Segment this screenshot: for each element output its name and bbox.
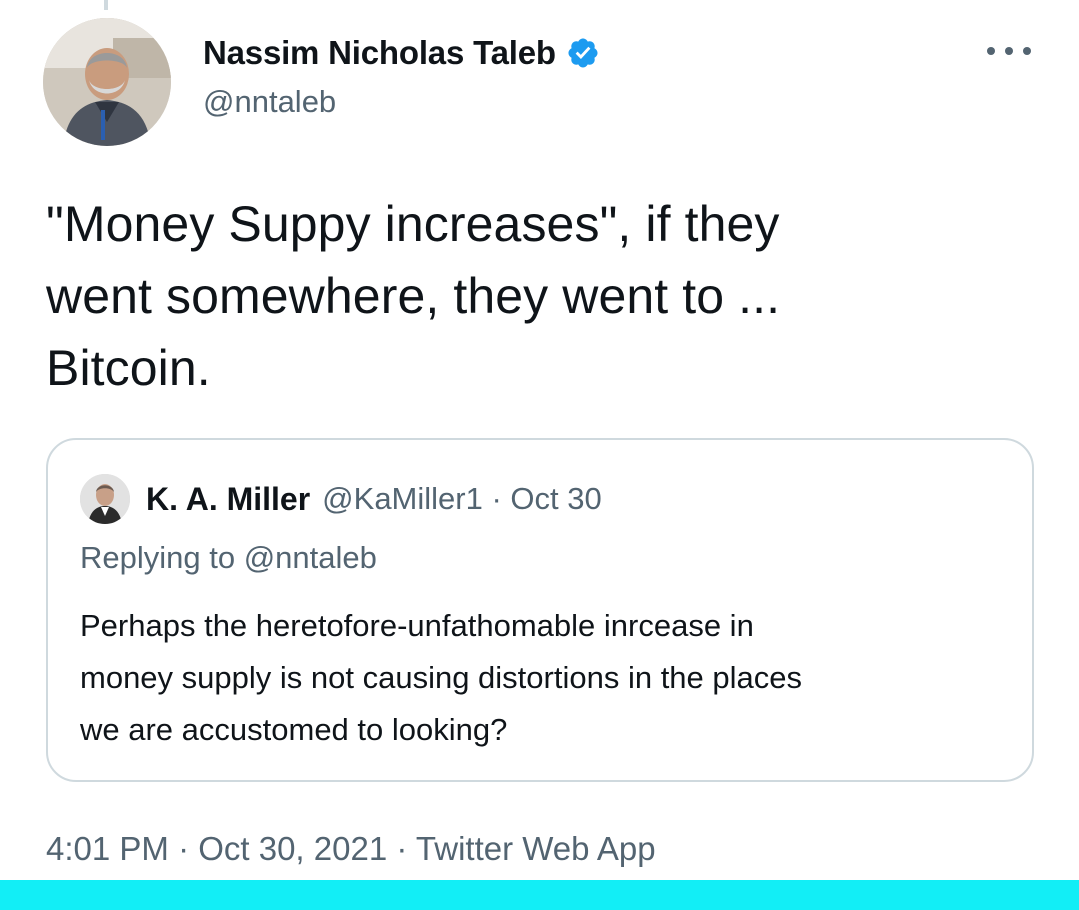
- quoted-author-name: K. A. Miller: [146, 480, 311, 517]
- tweet-text: "Money Suppy increases", if they went so…: [46, 188, 1036, 404]
- quoted-author-avatar: [80, 474, 130, 524]
- quoted-text-line: we are accustomed to looking?: [80, 712, 508, 747]
- quoted-text-line: Perhaps the heretofore-unfathomable inrc…: [80, 608, 754, 643]
- author-name-row: Nassim Nicholas Taleb: [203, 30, 600, 76]
- more-dot: [1023, 47, 1031, 55]
- bottom-color-bar: [0, 880, 1079, 910]
- author-name[interactable]: Nassim Nicholas Taleb: [203, 34, 556, 72]
- more-dot: [1005, 47, 1013, 55]
- tweet-text-line: Bitcoin.: [46, 340, 211, 396]
- quoted-author-meta: @KaMiller1 · Oct 30: [322, 481, 602, 516]
- quoted-author-avatar-image: [80, 474, 130, 524]
- quoted-tweet-text: Perhaps the heretofore-unfathomable inrc…: [80, 600, 1010, 756]
- tweet-text-line: went somewhere, they went to ...: [46, 268, 781, 324]
- quoted-text-line: money supply is not causing distortions …: [80, 660, 803, 695]
- verified-badge-icon: [566, 36, 600, 70]
- quoted-replying-to: Replying to @nntaleb: [80, 540, 377, 575]
- more-options-icon[interactable]: [987, 36, 1031, 66]
- author-avatar[interactable]: [43, 18, 171, 146]
- tweet-text-line: "Money Suppy increases", if they: [46, 196, 780, 252]
- author-handle[interactable]: @nntaleb: [203, 84, 600, 120]
- author-avatar-image: [43, 18, 171, 146]
- quoted-tweet-header: K. A. Miller @KaMiller1 · Oct 30: [80, 474, 602, 524]
- more-dot: [987, 47, 995, 55]
- author-block: Nassim Nicholas Taleb @nntaleb: [203, 30, 600, 120]
- tweet-timestamp-source[interactable]: 4:01 PM · Oct 30, 2021 · Twitter Web App: [46, 830, 656, 868]
- quoted-tweet-card[interactable]: K. A. Miller @KaMiller1 · Oct 30 Replyin…: [46, 438, 1034, 782]
- thread-connector-line: [104, 0, 108, 10]
